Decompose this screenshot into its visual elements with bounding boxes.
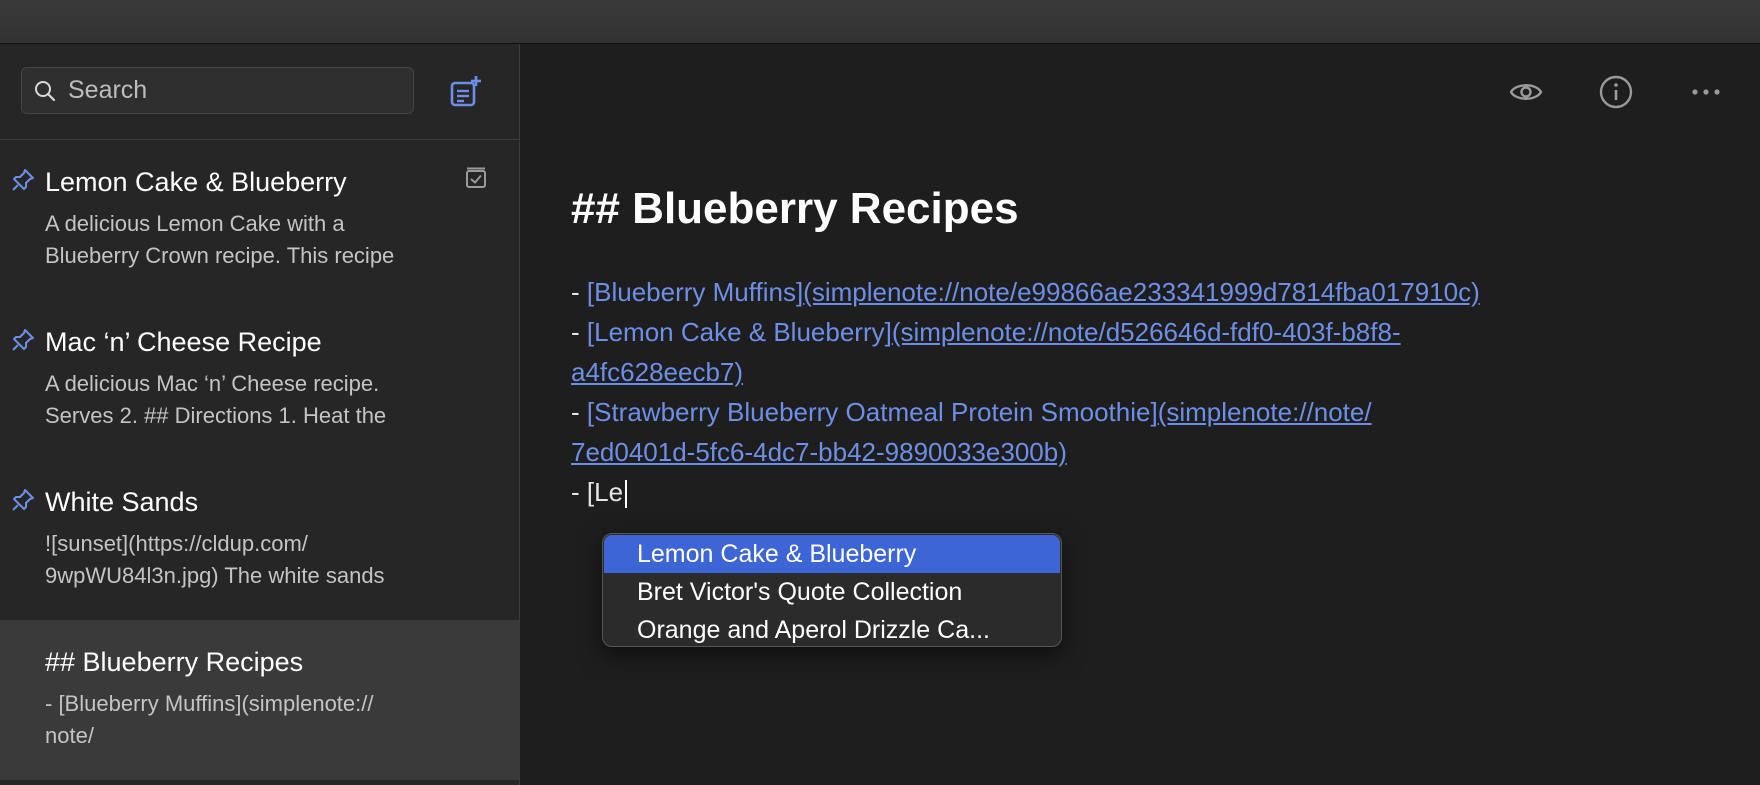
bullet-marker: - <box>571 317 587 347</box>
autocomplete-item[interactable]: Bret Victor's Quote Collection <box>604 573 1060 611</box>
link-text[interactable]: [Blueberry Muffins] <box>587 277 803 307</box>
note-list-item[interactable]: White Sands ![sunset](https://cldup.com/… <box>0 460 519 620</box>
note-title: White Sands <box>45 487 199 517</box>
note-line: - [Le <box>571 472 1731 512</box>
window-titlebar[interactable] <box>0 0 1760 44</box>
info-icon[interactable] <box>1598 74 1634 110</box>
note-list-item[interactable]: Lemon Cake & Blueberry A delicious Lemon… <box>0 140 519 300</box>
autocomplete-item[interactable]: Orange and Aperol Drizzle Ca... <box>604 611 1060 649</box>
search-input[interactable] <box>68 68 398 113</box>
note-body[interactable]: - [Blueberry Muffins](simplenote://note/… <box>571 272 1731 512</box>
note-editor[interactable]: ## Blueberry Recipes - [Blueberry Muffin… <box>520 44 1760 785</box>
note-line: 7ed0401d-5fc6-4dc7-bb42-9890033e300b) <box>571 432 1731 472</box>
note-list: Lemon Cake & Blueberry A delicious Lemon… <box>0 140 519 780</box>
typed-text: - [Le <box>571 477 624 507</box>
note-heading: ## Blueberry Recipes <box>571 184 1019 233</box>
link-url[interactable]: (simplenote://note/d526646d-fdf0-403f-b8… <box>892 317 1401 347</box>
note-preview-line: note/ <box>45 723 94 748</box>
link-url[interactable]: (simplenote://note/ <box>1158 397 1372 427</box>
link-url[interactable]: 7ed0401d-5fc6-4dc7-bb42-9890033e300b) <box>571 437 1067 467</box>
link-text[interactable]: [Strawberry Blueberry Oatmeal Protein Sm… <box>587 397 1158 427</box>
sidebar: Lemon Cake & Blueberry A delicious Lemon… <box>0 44 520 785</box>
note-title: Lemon Cake & Blueberry <box>45 167 347 197</box>
search-box[interactable] <box>21 67 414 114</box>
note-preview-line: ![sunset](https://cldup.com/ <box>45 531 308 556</box>
note-title: Mac ‘n’ Cheese Recipe <box>45 327 322 357</box>
autocomplete-item-selected[interactable]: Lemon Cake & Blueberry <box>604 535 1060 573</box>
text-caret <box>625 480 628 509</box>
note-preview-line: Blueberry Crown recipe. This recipe <box>45 243 395 268</box>
sidebar-header <box>0 44 519 140</box>
new-note-icon[interactable] <box>449 74 483 108</box>
note-line: - [Lemon Cake & Blueberry](simplenote://… <box>571 312 1731 352</box>
note-preview: A delicious Lemon Cake with a Blueberry … <box>45 208 485 272</box>
note-preview-line: - [Blueberry Muffins](simplenote:// <box>45 691 374 716</box>
link-url[interactable]: a4fc628eecb7) <box>571 357 743 387</box>
bullet-marker: - <box>571 397 587 427</box>
note-preview-line: Serves 2. ## Directions 1. Heat the <box>45 403 387 428</box>
note-line: - [Strawberry Blueberry Oatmeal Protein … <box>571 392 1731 432</box>
search-icon <box>35 81 56 102</box>
note-preview-line: A delicious Mac ‘n’ Cheese recipe. <box>45 371 380 396</box>
ellipsis-icon[interactable] <box>1688 74 1724 110</box>
link-text[interactable]: [Lemon Cake & Blueberry] <box>587 317 892 347</box>
autocomplete-popup: Lemon Cake & Blueberry Bret Victor's Quo… <box>602 533 1062 647</box>
note-preview-line: 9wpWU84l3n.jpg) The white sands <box>45 563 385 588</box>
eye-icon[interactable] <box>1508 74 1544 110</box>
note-list-item[interactable]: Mac ‘n’ Cheese Recipe A delicious Mac ‘n… <box>0 300 519 460</box>
pin-icon <box>12 489 34 511</box>
note-preview: - [Blueberry Muffins](simplenote:// note… <box>45 688 485 752</box>
note-line: a4fc628eecb7) <box>571 352 1731 392</box>
pin-icon <box>12 169 34 191</box>
note-list-item-selected[interactable]: ## Blueberry Recipes - [Blueberry Muffin… <box>0 620 519 780</box>
note-line: - [Blueberry Muffins](simplenote://note/… <box>571 272 1731 312</box>
note-preview-line: A delicious Lemon Cake with a <box>45 211 345 236</box>
note-title: ## Blueberry Recipes <box>45 647 304 677</box>
note-preview: ![sunset](https://cldup.com/ 9wpWU84l3n.… <box>45 528 485 592</box>
bullet-marker: - <box>571 277 587 307</box>
note-preview: A delicious Mac ‘n’ Cheese recipe. Serve… <box>45 368 485 432</box>
pin-icon <box>12 329 34 351</box>
checklist-icon <box>466 167 486 188</box>
link-url[interactable]: (simplenote://note/e99866ae233341999d781… <box>803 277 1480 307</box>
